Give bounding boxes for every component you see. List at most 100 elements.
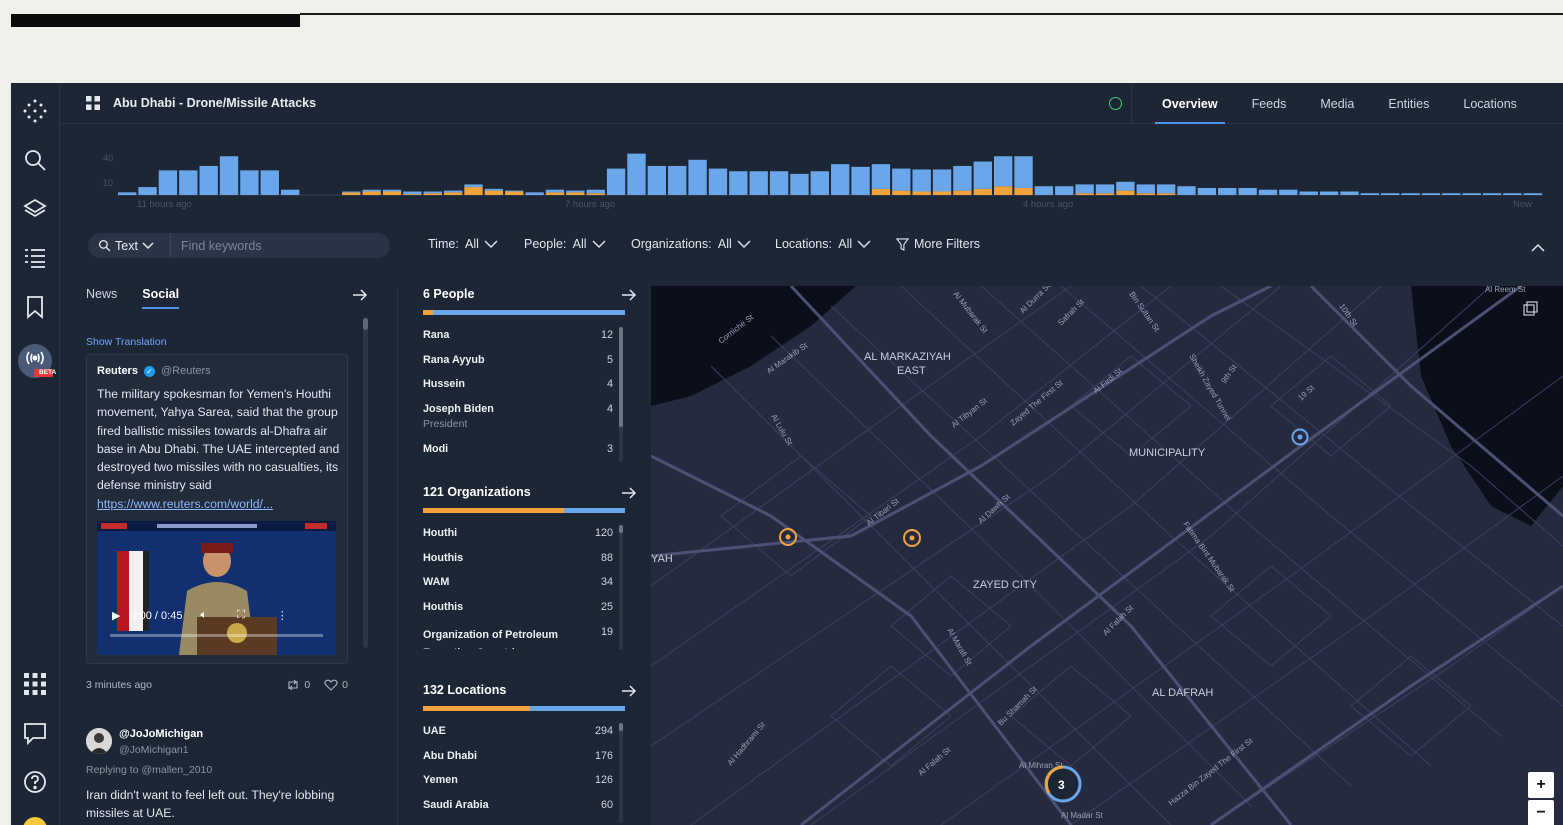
timeline-bar-blue[interactable] [1503, 193, 1522, 195]
timeline-bar-blue[interactable] [505, 190, 524, 192]
list-item[interactable]: Modi 3 [423, 443, 613, 468]
tab-feeds[interactable]: Feeds [1235, 83, 1304, 124]
timeline-bar-blue[interactable] [1299, 191, 1318, 195]
timeline-bar-orange[interactable] [464, 187, 483, 195]
timeline-bar-blue[interactable] [1401, 193, 1420, 195]
timeline-bar-blue[interactable] [688, 159, 707, 195]
timeline-bar-blue[interactable] [1319, 191, 1339, 195]
locations-scroll-thumb[interactable] [619, 723, 623, 731]
timeline-bar-orange[interactable] [1075, 193, 1094, 195]
timeline-bar-blue[interactable] [892, 168, 911, 191]
timeline-bar-blue[interactable] [1482, 193, 1502, 195]
list-item[interactable]: Houthi 120 [423, 527, 613, 552]
timeline-bar-blue[interactable] [138, 187, 157, 195]
tab-locations[interactable]: Locations [1446, 83, 1534, 124]
timeline-bar-blue[interactable] [403, 191, 422, 195]
timeline-bar-blue[interactable] [1340, 191, 1359, 195]
timeline-bar-blue[interactable] [627, 153, 646, 195]
timeline-bar-orange[interactable] [892, 190, 911, 195]
people-title[interactable]: 6 People [423, 287, 474, 301]
activity-timeline[interactable]: 40 10 11 hours ago 7 hours ago 4 hours a… [61, 143, 1543, 213]
zoom-in-button[interactable]: + [1528, 772, 1554, 798]
timeline-bar-blue[interactable] [912, 169, 931, 192]
timeline-bar-orange[interactable] [443, 192, 463, 195]
timeline-bar-orange[interactable] [545, 192, 565, 195]
timeline-bar-blue[interactable] [484, 188, 504, 191]
layers-icon[interactable] [22, 196, 48, 222]
timeline-bar-blue[interactable] [179, 170, 198, 195]
fullscreen-icon[interactable]: ⛶ [237, 609, 245, 622]
timeline-bar-blue[interactable] [831, 164, 850, 195]
timeline-bar-blue[interactable] [851, 166, 870, 195]
social-post-card[interactable]: Reuters ✓ @Reuters The military spokesma… [86, 354, 348, 664]
list-item[interactable]: Houthis 25 [423, 601, 613, 626]
timeline-bar-blue[interactable] [118, 192, 137, 195]
timeline-bar-blue[interactable] [1136, 184, 1155, 194]
tab-social[interactable]: Social [142, 287, 179, 309]
retweet-button[interactable]: 0 [286, 679, 310, 691]
locations-filter[interactable]: Locations: All [775, 237, 871, 251]
timeline-bar-blue[interactable] [240, 170, 259, 195]
search-input[interactable]: Find keywords [171, 239, 262, 253]
timeline-bar-blue[interactable] [423, 191, 442, 194]
video-progress-bar[interactable] [110, 634, 323, 637]
people-scroll-thumb[interactable] [619, 327, 623, 427]
timeline-bar-blue[interactable] [953, 165, 972, 191]
time-filter[interactable]: Time: All [428, 237, 498, 251]
list-item[interactable]: Rana 12 [423, 329, 613, 354]
timeline-bar-blue[interactable] [729, 171, 748, 195]
timeline-bar-orange[interactable] [484, 190, 504, 195]
timeline-bar-orange[interactable] [1156, 193, 1176, 195]
timeline-bar-blue[interactable] [749, 171, 768, 195]
timeline-bar-blue[interactable] [1116, 181, 1135, 191]
timeline-bar-orange[interactable] [586, 193, 605, 195]
timeline-bar-blue[interactable] [1034, 186, 1054, 195]
timeline-bar-orange[interactable] [953, 190, 972, 195]
street-map[interactable]: AL MARKAZIYAH EAST MUNICIPALITY ZAYED CI… [651, 286, 1563, 825]
collapse-chevron-up-icon[interactable] [1531, 239, 1545, 257]
locations-scrollbar[interactable] [619, 723, 623, 823]
list-item[interactable]: Houthis 88 [423, 552, 613, 577]
timeline-bar-blue[interactable] [1360, 193, 1380, 195]
timeline-bar-blue[interactable] [1156, 184, 1176, 194]
more-filters-button[interactable]: More Filters [896, 237, 980, 251]
timeline-bar-blue[interactable] [1095, 184, 1115, 194]
list-item[interactable]: Joseph Biden 4 President [423, 403, 613, 443]
apps-grid-icon[interactable] [22, 671, 48, 697]
timeline-bar-blue[interactable] [342, 191, 361, 193]
organizations-title[interactable]: 121 Organizations [423, 485, 531, 499]
timeline-bar-blue[interactable] [708, 168, 728, 195]
list-item[interactable]: UAE 294 [423, 725, 613, 750]
locations-expand-arrow-icon[interactable] [621, 684, 637, 703]
timeline-bar-orange[interactable] [973, 188, 992, 195]
people-filter[interactable]: People: All [524, 237, 606, 251]
feed-scroll-thumb[interactable] [363, 318, 368, 330]
timeline-bar-blue[interactable] [382, 189, 402, 192]
timeline-bar-blue[interactable] [280, 189, 300, 195]
timeline-bar-blue[interactable] [810, 171, 829, 195]
timeline-bar-blue[interactable] [586, 189, 605, 194]
tab-media[interactable]: Media [1303, 83, 1371, 124]
timeline-bar-blue[interactable] [1014, 156, 1033, 188]
timeline-bar-blue[interactable] [647, 165, 667, 195]
timeline-bar-blue[interactable] [1177, 186, 1196, 195]
timeline-bar-orange[interactable] [1116, 190, 1135, 195]
list-item[interactable]: Yemen 126 [423, 774, 613, 799]
timeline-chart[interactable]: 40 10 11 hours ago 7 hours ago 4 hours a… [61, 143, 1543, 213]
help-icon[interactable] [22, 769, 48, 795]
timeline-bar-blue[interactable] [443, 190, 463, 193]
show-translation-link[interactable]: Show Translation [86, 336, 167, 348]
timeline-bar-blue[interactable] [199, 165, 218, 195]
people-scrollbar[interactable] [619, 327, 623, 462]
timeline-bar-blue[interactable] [1421, 193, 1441, 195]
timeline-bar-orange[interactable] [403, 194, 422, 195]
list-item[interactable]: Rana Ayyub 5 [423, 354, 613, 379]
timeline-bar-blue[interactable] [566, 190, 585, 193]
map-cluster-marker[interactable]: 3 [1044, 765, 1082, 803]
keyword-search[interactable]: Text Find keywords [88, 233, 390, 258]
timeline-bar-blue[interactable] [1381, 193, 1400, 195]
list-item[interactable]: Hussein 4 [423, 378, 613, 403]
timeline-bar-orange[interactable] [362, 191, 381, 195]
like-button[interactable]: 0 [324, 679, 348, 691]
tab-entities[interactable]: Entities [1371, 83, 1446, 124]
